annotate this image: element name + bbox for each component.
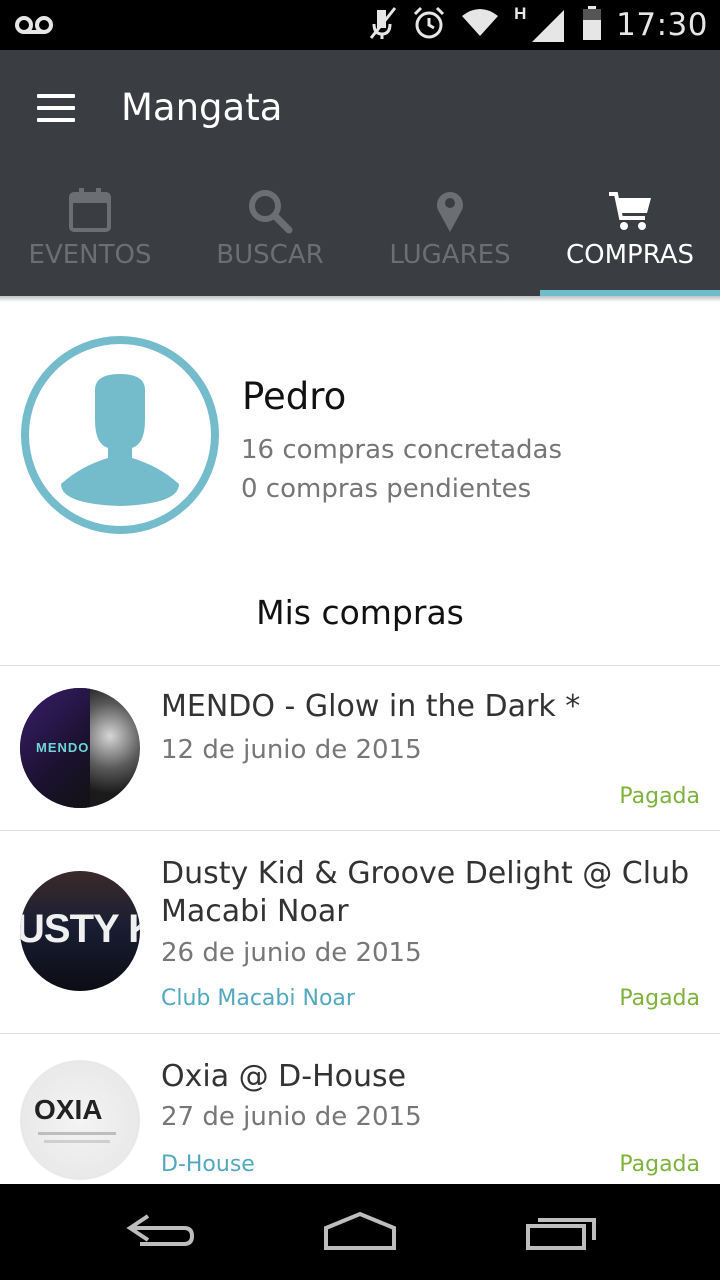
recents-icon[interactable] — [510, 1206, 610, 1258]
profile-name: Pedro — [242, 375, 347, 418]
app-title: Mangata — [121, 86, 283, 129]
completed-purchases-count: 16 compras concretadas — [241, 435, 563, 465]
event-thumbnail: OXIA — [20, 1060, 140, 1180]
purchase-title: Dusty Kid & Groove Delight @ Club Macabi… — [161, 856, 690, 929]
status-badge: Pagada — [619, 986, 700, 1011]
appbar-shadow — [0, 296, 720, 302]
venue-link[interactable]: D-House — [161, 1152, 255, 1177]
app-bar: Mangata EVENTOS BUSCAR LUGARES COMPRAS — [0, 50, 720, 296]
wifi-icon — [460, 8, 500, 43]
calendar-icon — [65, 186, 115, 236]
purchase-date: 27 de junio de 2015 — [161, 1102, 422, 1132]
back-icon[interactable] — [110, 1206, 210, 1258]
home-icon[interactable] — [310, 1206, 410, 1258]
shopping-cart-icon — [605, 186, 655, 236]
clock: 17:30 — [616, 7, 708, 43]
tab-buscar[interactable]: BUSCAR — [180, 176, 360, 296]
venue-link[interactable]: Club Macabi Noar — [161, 986, 355, 1011]
voicemail-icon — [14, 12, 54, 43]
tab-bar: EVENTOS BUSCAR LUGARES COMPRAS — [0, 176, 720, 296]
hspa-icon: H — [514, 4, 568, 42]
purchase-date: 26 de junio de 2015 — [161, 938, 422, 968]
system-nav-bar — [0, 1184, 720, 1280]
thumbnail-text: MENDO — [36, 740, 90, 755]
list-item[interactable]: MENDO MENDO - Glow in the Dark * 12 de j… — [0, 666, 720, 830]
battery-icon — [582, 5, 602, 45]
avatar[interactable] — [21, 336, 219, 534]
map-pin-icon — [425, 186, 475, 236]
purchase-title: Oxia @ D-House — [161, 1059, 407, 1094]
alarm-icon — [412, 6, 446, 45]
list-item[interactable]: OXIA Oxia @ D-House 27 de junio de 2015 … — [0, 1034, 720, 1184]
section-title: Mis compras — [256, 593, 464, 632]
search-icon — [245, 186, 295, 236]
event-thumbnail: USTY K — [20, 871, 140, 991]
user-silhouette-icon — [61, 374, 179, 506]
status-badge: Pagada — [619, 784, 700, 809]
tab-label: LUGARES — [389, 240, 511, 270]
hamburger-menu-icon[interactable] — [28, 80, 84, 136]
event-thumbnail: MENDO — [20, 688, 140, 808]
tab-label: COMPRAS — [565, 240, 695, 270]
tab-label: EVENTOS — [28, 240, 152, 270]
status-bar: H 17:30 — [0, 0, 720, 50]
list-item[interactable]: USTY K Dusty Kid & Groove Delight @ Club… — [0, 831, 720, 1033]
thumbnail-text: USTY K — [20, 907, 140, 951]
pending-purchases-count: 0 compras pendientes — [241, 474, 532, 504]
tab-lugares[interactable]: LUGARES — [360, 176, 540, 296]
tab-label: BUSCAR — [216, 240, 324, 270]
signal-icon — [532, 10, 565, 42]
purchase-title: MENDO - Glow in the Dark * — [161, 689, 581, 724]
mute-icon — [368, 6, 398, 45]
status-badge: Pagada — [619, 1152, 700, 1177]
thumbnail-text: OXIA — [34, 1094, 103, 1125]
purchase-date: 12 de junio de 2015 — [161, 735, 422, 765]
tab-compras[interactable]: COMPRAS — [540, 176, 720, 296]
tab-eventos[interactable]: EVENTOS — [0, 176, 180, 296]
